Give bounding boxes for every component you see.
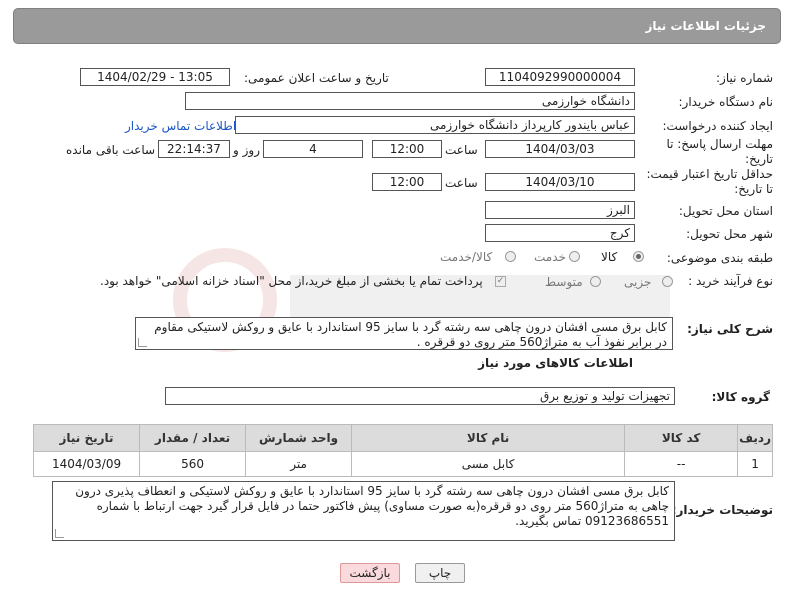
reply-time-field: 12:00: [372, 140, 442, 158]
col-unit: واحد شمارش: [245, 424, 353, 452]
buyer-notes-label: توضیحات خریدار:: [671, 503, 773, 517]
reply-deadline-label: مهلت ارسال پاسخ: تا: [666, 137, 773, 151]
process-label: نوع فرآیند خرید :: [688, 274, 773, 288]
cell-item-code: --: [624, 451, 739, 477]
reply-date-field: 1404/03/03: [485, 140, 635, 158]
table-header-row: ردیف کد کالا نام کالا واحد شمارش تعداد /…: [32, 424, 773, 452]
requester-field: عباس بایندور کارپرداز دانشگاه خوارزمی: [235, 116, 635, 134]
description-text: کابل برق مسی افشان درون چاهی سه رشته گرد…: [154, 320, 667, 349]
cell-quantity: 560: [139, 451, 247, 477]
category-radio-service[interactable]: [569, 251, 580, 262]
buyer-org-field: دانشگاه خوارزمی: [185, 92, 635, 110]
col-quantity: تعداد / مقدار: [139, 424, 247, 452]
city-field: کرج: [485, 224, 635, 242]
days-label: روز و: [233, 143, 260, 157]
page-title: جزئیات اطلاعات نیاز: [645, 19, 766, 33]
cell-unit: متر: [245, 451, 353, 477]
description-field: کابل برق مسی افشان درون چاهی سه رشته گرد…: [135, 317, 673, 350]
price-validity-time-field: 12:00: [372, 173, 442, 191]
resize-handle-icon[interactable]: [138, 338, 147, 347]
items-table: ردیف کد کالا نام کالا واحد شمارش تعداد /…: [32, 424, 773, 477]
reply-time-label: ساعت: [445, 143, 478, 157]
col-item-code: کد کالا: [624, 424, 739, 452]
announce-datetime-field: 1404/02/29 - 13:05: [80, 68, 230, 86]
col-row-number: ردیف: [737, 424, 773, 452]
announce-datetime-label: تاریخ و ساعت اعلان عمومی:: [244, 71, 389, 85]
need-number-field: 1104092990000004: [485, 68, 635, 86]
print-button[interactable]: چاپ: [415, 563, 465, 583]
treasury-checkbox[interactable]: ✓: [495, 276, 506, 287]
province-field: البرز: [485, 201, 635, 219]
col-need-date: تاریخ نیاز: [32, 424, 141, 452]
process-option-minor: جزیی: [624, 275, 652, 289]
price-validity-date-field: 1404/03/10: [485, 173, 635, 191]
panel-header: جزئیات اطلاعات نیاز: [13, 8, 781, 44]
category-radio-both[interactable]: [505, 251, 516, 262]
cell-need-date: 1404/03/09: [32, 451, 141, 477]
process-option-medium: متوسط: [545, 275, 583, 289]
buyer-contact-link[interactable]: اطلاعات تماس خریدار: [125, 119, 236, 133]
resize-handle-icon[interactable]: [55, 529, 64, 538]
days-field: 4: [263, 140, 363, 158]
buyer-notes-text: کابل برق مسی افشان درون چاهی سه رشته گرد…: [75, 484, 669, 528]
reply-deadline-label-2: تاریخ:: [745, 152, 773, 166]
remaining-time-field: 22:14:37: [158, 140, 230, 158]
payment-note: پرداخت تمام یا بخشی از مبلغ خرید،از محل …: [100, 274, 483, 288]
price-validity-time-label: ساعت: [445, 176, 478, 190]
goods-group-field: تجهیزات تولید و توزیع برق: [165, 387, 675, 405]
category-label: طبقه بندی موضوعی:: [666, 251, 773, 265]
cell-item-name: کابل مسی: [351, 451, 626, 477]
back-button[interactable]: بازگشت: [340, 563, 400, 583]
table-row: 1 -- کابل مسی متر 560 1404/03/09: [32, 451, 773, 477]
description-label: شرح کلی نیاز:: [687, 322, 773, 336]
category-option-goods: کالا: [601, 250, 618, 264]
process-radio-medium[interactable]: [590, 276, 601, 287]
province-label: استان محل تحویل:: [678, 204, 773, 218]
category-option-both: کالا/خدمت: [440, 250, 493, 264]
need-number-label: شماره نیاز:: [716, 71, 773, 85]
price-validity-label: حداقل تاریخ اعتبار قیمت:: [646, 167, 773, 181]
buyer-org-label: نام دستگاه خریدار:: [678, 95, 774, 109]
cell-row-number: 1: [737, 451, 773, 477]
city-label: شهر محل تحویل:: [686, 227, 773, 241]
buyer-notes-field: کابل برق مسی افشان درون چاهی سه رشته گرد…: [52, 481, 675, 541]
requester-label: ایجاد کننده درخواست:: [662, 119, 773, 133]
price-validity-label-2: تا تاریخ:: [734, 182, 773, 196]
goods-info-title: اطلاعات کالاهای مورد نیاز: [478, 356, 633, 370]
col-item-name: نام کالا: [351, 424, 626, 452]
goods-group-label: گروه کالا:: [711, 390, 770, 404]
remaining-time-label: ساعت باقی مانده: [66, 143, 156, 157]
category-option-service: خدمت: [534, 250, 566, 264]
process-radio-minor[interactable]: [662, 276, 673, 287]
category-radio-goods[interactable]: [633, 251, 644, 262]
